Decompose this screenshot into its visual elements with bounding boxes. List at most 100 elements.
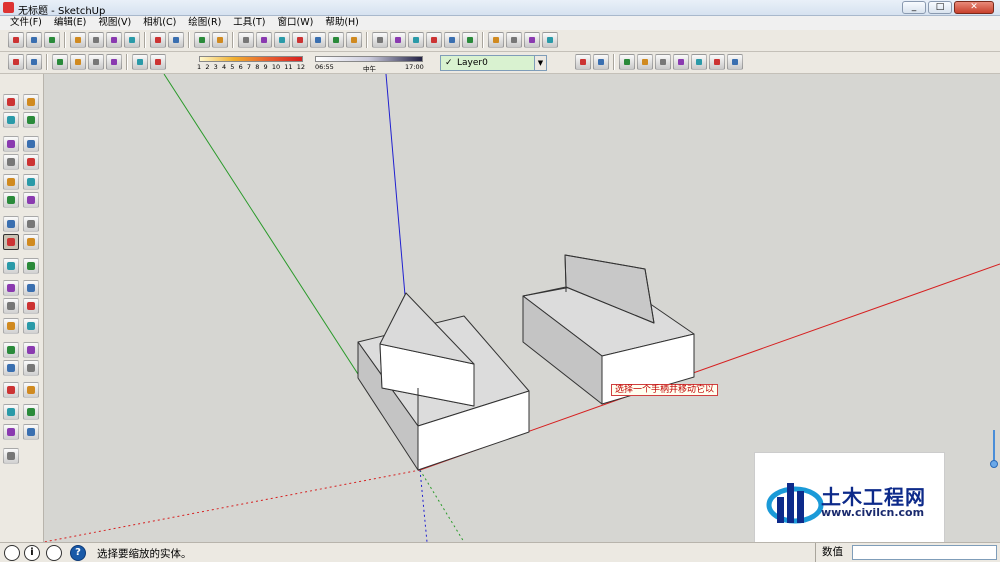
model-info-icon[interactable] — [212, 32, 228, 48]
redo-icon[interactable] — [168, 32, 184, 48]
style-2-icon[interactable] — [655, 54, 671, 70]
slider-thumb[interactable] — [990, 460, 998, 468]
scale-icon[interactable] — [3, 234, 19, 250]
tape-measure-icon[interactable] — [3, 258, 19, 274]
offset-icon[interactable] — [23, 234, 39, 250]
freehand-icon[interactable] — [23, 174, 39, 190]
push-pull-icon[interactable] — [3, 192, 19, 208]
shadow-month-slider[interactable]: 1 2 3 4 5 6 7 8 9 10 11 12 — [197, 54, 305, 74]
menu-help[interactable]: 帮助(H) — [319, 16, 365, 30]
copy-icon[interactable] — [88, 32, 104, 48]
fog-icon[interactable] — [150, 54, 166, 70]
print-icon[interactable] — [194, 32, 210, 48]
make-component-icon[interactable] — [23, 94, 39, 110]
text-label-icon[interactable] — [23, 280, 39, 296]
orbit-icon[interactable] — [3, 318, 19, 334]
left-view-icon[interactable] — [542, 32, 558, 48]
menu-camera[interactable]: 相机(C) — [137, 16, 182, 30]
section-cuts-icon[interactable] — [619, 54, 635, 70]
layer-dropdown[interactable]: ✓ Layer0 ▼ — [440, 55, 547, 71]
rectangle-icon[interactable] — [3, 136, 19, 152]
section-plane-icon[interactable] — [575, 54, 591, 70]
zoom-extents-icon[interactable] — [3, 360, 19, 376]
top-view-icon[interactable] — [462, 32, 478, 48]
xray-icon[interactable] — [8, 54, 24, 70]
cut-icon[interactable] — [70, 32, 86, 48]
get-models-icon[interactable] — [3, 448, 19, 464]
help-icon[interactable]: ? — [70, 545, 86, 561]
section-display-icon[interactable] — [593, 54, 609, 70]
style-1-icon[interactable] — [637, 54, 653, 70]
menu-view[interactable]: 视图(V) — [92, 16, 137, 30]
move-icon[interactable] — [3, 216, 19, 232]
section-plane-icon[interactable] — [23, 404, 39, 420]
shaded-icon[interactable] — [70, 54, 86, 70]
terrain-icon[interactable] — [23, 424, 39, 440]
add-location-icon[interactable] — [3, 424, 19, 440]
erase-icon[interactable] — [124, 32, 140, 48]
style-4-icon[interactable] — [691, 54, 707, 70]
shaded-texture-icon[interactable] — [88, 54, 104, 70]
monochrome-icon[interactable] — [106, 54, 122, 70]
right-view-icon[interactable] — [506, 32, 522, 48]
pan-icon[interactable] — [23, 318, 39, 334]
minimize-button[interactable]: _ — [902, 1, 926, 14]
right-block[interactable] — [522, 254, 695, 405]
arc-icon[interactable] — [23, 154, 39, 170]
group-icon[interactable] — [274, 32, 290, 48]
menu-window[interactable]: 窗口(W) — [272, 16, 320, 30]
open-file-icon[interactable] — [26, 32, 42, 48]
3d-text-icon[interactable] — [23, 298, 39, 314]
circle-icon[interactable] — [3, 154, 19, 170]
components-window-icon[interactable] — [256, 32, 272, 48]
close-button[interactable]: ✕ — [954, 1, 994, 14]
position-camera-icon[interactable] — [3, 382, 19, 398]
group-2-icon[interactable] — [292, 32, 308, 48]
menu-edit[interactable]: 编辑(E) — [48, 16, 92, 30]
shadows-icon[interactable] — [132, 54, 148, 70]
save-icon[interactable] — [44, 32, 60, 48]
new-file-icon[interactable] — [8, 32, 24, 48]
add-location-icon[interactable] — [372, 32, 388, 48]
follow-me-icon[interactable] — [23, 192, 39, 208]
walk-icon[interactable] — [3, 404, 19, 420]
make-component-icon[interactable] — [238, 32, 254, 48]
menu-draw[interactable]: 绘图(R) — [182, 16, 227, 30]
zoom-icon[interactable] — [3, 342, 19, 358]
zoom-window-icon[interactable] — [23, 342, 39, 358]
polygon-icon[interactable] — [3, 174, 19, 190]
menu-tools[interactable]: 工具(T) — [227, 16, 271, 30]
select-icon[interactable] — [3, 94, 19, 110]
line-icon[interactable] — [23, 136, 39, 152]
share-model-icon[interactable] — [426, 32, 442, 48]
user-icon[interactable] — [46, 545, 62, 561]
undo-icon[interactable] — [150, 32, 166, 48]
paint-bucket-icon[interactable] — [3, 112, 19, 128]
look-around-icon[interactable] — [23, 382, 39, 398]
chevron-down-icon[interactable]: ▼ — [534, 56, 546, 70]
protractor-icon[interactable] — [3, 280, 19, 296]
style-3-icon[interactable] — [673, 54, 689, 70]
dimensions-icon[interactable] — [328, 32, 344, 48]
back-view-icon[interactable] — [524, 32, 540, 48]
previous-view-icon[interactable] — [23, 360, 39, 376]
shadow-time-slider[interactable]: 06:55 中午 17:00 — [313, 54, 425, 74]
dimension-icon[interactable] — [23, 258, 39, 274]
group-3-icon[interactable] — [310, 32, 326, 48]
front-view-icon[interactable] — [488, 32, 504, 48]
toggle-terrain-icon[interactable] — [390, 32, 406, 48]
eraser-icon[interactable] — [23, 112, 39, 128]
paste-icon[interactable] — [106, 32, 122, 48]
info-icon[interactable]: i — [24, 545, 40, 561]
style-6-icon[interactable] — [727, 54, 743, 70]
text-icon[interactable] — [346, 32, 362, 48]
geolocation-icon[interactable] — [4, 545, 20, 561]
view-scroll-slider[interactable] — [990, 430, 998, 472]
style-5-icon[interactable] — [709, 54, 725, 70]
left-block[interactable] — [357, 292, 530, 471]
menu-file[interactable]: 文件(F) — [4, 16, 48, 30]
measurements-input[interactable] — [852, 545, 997, 560]
iso-view-icon[interactable] — [444, 32, 460, 48]
wireframe-icon[interactable] — [26, 54, 42, 70]
rotate-icon[interactable] — [23, 216, 39, 232]
